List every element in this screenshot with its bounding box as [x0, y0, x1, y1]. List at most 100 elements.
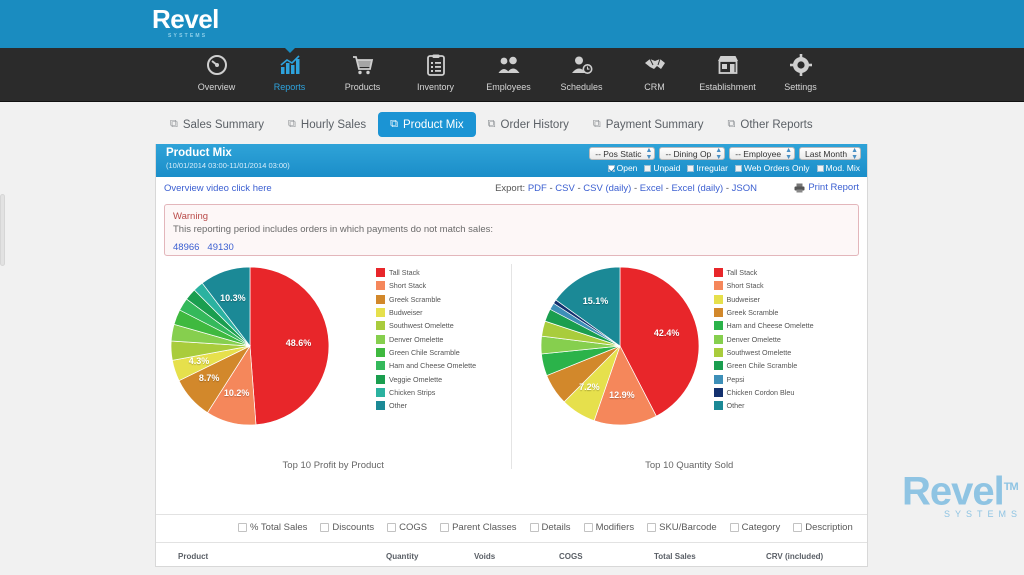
checkbox-box[interactable]	[644, 164, 652, 172]
tab-product-mix[interactable]: ⧉ Product Mix	[378, 112, 476, 137]
tab-payment-summary[interactable]: ⧉ Payment Summary	[581, 112, 716, 137]
option-checkbox-label: Parent Classes	[452, 522, 517, 533]
option-checkbox-label: COGS	[399, 522, 428, 533]
table-column-header[interactable]: Voids	[474, 552, 495, 561]
option-checkbox-label: Category	[741, 522, 781, 533]
warning-order-id[interactable]: 49130	[207, 242, 233, 253]
nav-item-crm[interactable]: CRM	[618, 48, 691, 92]
checkbox-box[interactable]	[529, 523, 539, 532]
checkbox-box[interactable]	[647, 523, 657, 532]
legend-swatch	[376, 347, 385, 357]
export-link-json[interactable]: JSON	[732, 183, 757, 194]
checkbox-box[interactable]	[387, 523, 397, 532]
checkbox-box[interactable]	[440, 523, 450, 532]
option-checkbox-label: Discounts	[332, 522, 375, 533]
legend-label: Pepsi	[726, 374, 745, 384]
option-checkbox-category[interactable]: Category	[729, 522, 781, 533]
table-column-header[interactable]: Product	[178, 552, 208, 561]
nav-item-employees[interactable]: Employees	[472, 48, 545, 92]
option-checkbox-details[interactable]: Details	[529, 522, 571, 533]
gauge-icon	[180, 54, 253, 80]
legend-item: Ham and Cheese Omelette	[376, 359, 476, 372]
export-link-excel-daily-[interactable]: Excel (daily)	[671, 183, 723, 194]
warning-title: Warning	[173, 211, 209, 222]
nav-item-settings[interactable]: Settings	[764, 48, 837, 92]
filter-checkbox-web-orders-only[interactable]: Web Orders Only	[735, 163, 810, 173]
filter-checkbox-open[interactable]: Open	[607, 163, 637, 173]
print-report-button[interactable]: Print Report	[794, 182, 859, 193]
legend-label: Tall Stack	[389, 268, 420, 278]
checkbox-box[interactable]	[793, 523, 803, 532]
legend-label: Other	[726, 401, 745, 411]
option-checkbox-description[interactable]: Description	[793, 522, 853, 533]
checkbox-box[interactable]	[238, 523, 247, 532]
legend-label: Green Chile Scramble	[389, 347, 460, 357]
nav-item-inventory[interactable]: Inventory	[399, 48, 472, 92]
copy-pages-icon: ⧉	[288, 118, 296, 130]
warning-order-id[interactable]: 48966	[173, 242, 199, 253]
checkbox-box[interactable]	[729, 523, 739, 532]
warning-order-ids: 48966 49130	[173, 237, 850, 255]
option-checkbox-discounts[interactable]: Discounts	[320, 522, 374, 533]
filter-select-3[interactable]: Last Month ▲ ▼	[799, 147, 861, 161]
nav-item-reports[interactable]: Reports	[253, 47, 326, 92]
filter-select-2[interactable]: -- Employee ▲ ▼	[729, 147, 795, 161]
filter-checkbox-irregular[interactable]: Irregular	[687, 163, 728, 173]
legend-item: Ham and Cheese Omelette	[713, 319, 814, 332]
filter-checkbox-label: Unpaid	[653, 163, 681, 173]
option-checkbox-parent-classes[interactable]: Parent Classes	[440, 522, 517, 533]
legend-swatch	[376, 387, 385, 397]
option-checkbox-modifiers[interactable]: Modifiers	[583, 522, 635, 533]
nav-item-establishment[interactable]: Establishment	[691, 48, 764, 92]
legend-swatch	[376, 308, 385, 318]
table-column-header[interactable]: CRV (included)	[766, 552, 823, 561]
option-checkbox--total-sales[interactable]: % Total Sales	[238, 522, 307, 533]
table-column-header[interactable]: COGS	[559, 552, 583, 561]
export-link-csv-daily-[interactable]: CSV (daily)	[583, 183, 631, 194]
checkbox-box[interactable]	[320, 523, 330, 532]
option-checkbox-label: Modifiers	[595, 522, 635, 533]
page-title: Product Mix	[166, 147, 232, 159]
export-link-excel[interactable]: Excel	[640, 183, 663, 194]
export-link-csv[interactable]: CSV	[555, 183, 575, 194]
filter-select-0[interactable]: -- Pos Static ▲ ▼	[589, 147, 656, 161]
nav-item-overview[interactable]: Overview	[180, 48, 253, 92]
option-checkbox-sku-barcode[interactable]: SKU/Barcode	[647, 522, 717, 533]
tab-hourly-sales[interactable]: ⧉ Hourly Sales	[276, 112, 378, 137]
filter-checkbox-unpaid[interactable]: Unpaid	[644, 163, 680, 173]
tab-other-reports[interactable]: ⧉ Other Reports	[716, 112, 825, 137]
overview-video-link[interactable]: Overview video click here	[164, 183, 272, 194]
nav-item-schedules[interactable]: Schedules	[545, 48, 618, 92]
chart-quantity-sold: 42.4% 12.9% 7.2% 15.1% Tall Stack Short Stac…	[512, 264, 868, 471]
copy-pages-icon: ⧉	[592, 118, 601, 130]
tab-sales-summary[interactable]: ⧉ Sales Summary	[158, 112, 276, 137]
gear-icon	[764, 54, 837, 80]
checkbox-box[interactable]	[735, 164, 742, 172]
legend-label: Denver Omelette	[389, 334, 444, 344]
chart-title-quantity: Top 10 Quantity Sold	[645, 460, 734, 471]
watermark-tm: TM	[1003, 480, 1019, 493]
cart-icon	[326, 54, 399, 80]
checkbox-box[interactable]	[816, 164, 824, 172]
storefront-icon	[691, 54, 764, 80]
checkbox-box[interactable]	[607, 164, 615, 172]
pie-slice-label: 10.3%	[220, 292, 246, 303]
checkbox-box[interactable]	[583, 523, 593, 532]
legend-item: Tall Stack	[713, 266, 814, 279]
revel-watermark: RevelTM SYSTEMS	[902, 469, 1022, 519]
print-report-label: Print Report	[808, 182, 859, 193]
checkbox-box[interactable]	[687, 164, 695, 172]
export-link-pdf[interactable]: PDF	[528, 183, 547, 194]
pie-chart-profit: 48.6% 10.2% 8.7% 4.3% 10.3%	[170, 266, 330, 431]
legend-swatch	[713, 401, 723, 411]
legend-item: Budweiser	[713, 293, 814, 306]
filter-select-1[interactable]: -- Dining Op ▲ ▼	[659, 147, 726, 161]
table-column-header[interactable]: Total Sales	[654, 552, 696, 561]
page-scroll-indicator[interactable]	[0, 194, 5, 266]
filter-checkbox-mod-mix[interactable]: Mod. Mix	[816, 163, 860, 173]
option-checkbox-cogs[interactable]: COGS	[387, 522, 427, 533]
pie-slice-label: 7.2%	[579, 382, 600, 393]
table-column-header[interactable]: Quantity	[386, 552, 418, 561]
tab-order-history[interactable]: ⧉ Order History	[476, 112, 581, 137]
nav-item-products[interactable]: Products	[326, 48, 399, 92]
